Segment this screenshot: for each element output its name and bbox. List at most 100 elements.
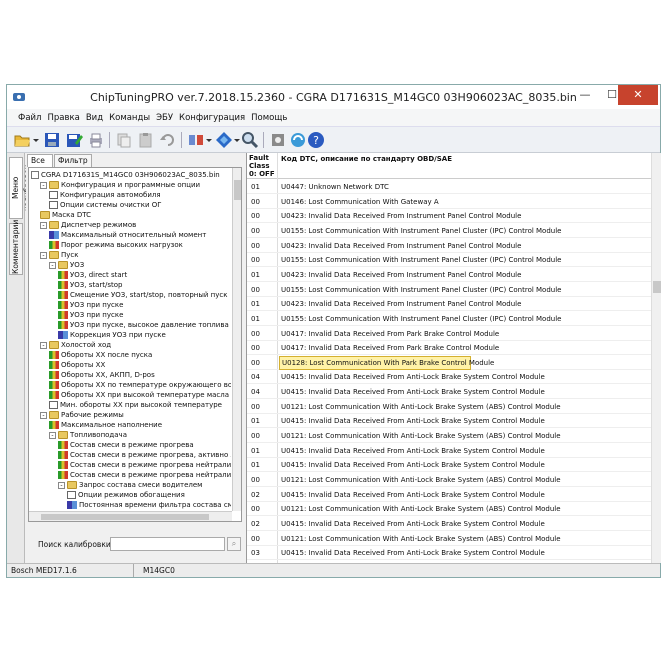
fault-class-cell[interactable]: 00 xyxy=(251,224,260,238)
table-row[interactable]: 00 U0121: Lost Communication With Anti-Lo… xyxy=(247,400,651,414)
tree-item[interactable]: CGRA D171631S_M14GC0 03H906023AC_8035.bi… xyxy=(31,170,231,180)
fault-class-cell[interactable]: 00 xyxy=(251,356,260,370)
fault-class-cell[interactable]: 02 xyxy=(251,488,260,502)
compare-icon[interactable] xyxy=(187,131,205,149)
table-row[interactable]: 01 U0423: Invalid Data Received From Inst… xyxy=(247,297,651,312)
tree-item[interactable]: Обороты ХХ xyxy=(49,360,231,370)
table-row[interactable]: 00 U0417: Invalid Data Received From Park… xyxy=(247,327,651,341)
fault-class-cell[interactable]: 03 xyxy=(251,546,260,560)
menu-ecu[interactable]: ЭБУ xyxy=(153,109,176,127)
fault-class-cell[interactable]: 01 xyxy=(251,180,260,194)
tree-item[interactable]: УОЗ, start/stop xyxy=(58,280,231,290)
table-row[interactable]: 00 U0417: Invalid Data Received From Park… xyxy=(247,341,651,356)
table-row[interactable]: 00 U0128: Lost Communication With Park Br… xyxy=(247,355,651,370)
open-folder-icon[interactable] xyxy=(13,131,31,149)
table-row[interactable]: 00 U0155: Lost Communication With Instrum… xyxy=(247,253,651,268)
table-row[interactable]: 01 U0415: Invalid Data Received From Anti… xyxy=(247,414,651,429)
tree-item[interactable]: Коррекция УОЗ при пуске xyxy=(58,330,231,340)
tab-all[interactable]: Все xyxy=(27,154,53,167)
tree-item[interactable]: Обороты ХХ, АКПП, D-pos xyxy=(49,370,231,380)
expand-toggle[interactable]: - xyxy=(40,341,47,349)
table-row[interactable]: 04 U0415: Invalid Data Received From Anti… xyxy=(247,385,651,400)
save-as-icon[interactable] xyxy=(65,131,83,149)
menu-edit[interactable]: Правка xyxy=(44,109,82,127)
dropdown-arrow-icon[interactable] xyxy=(32,131,40,149)
paste-icon[interactable] xyxy=(137,131,155,149)
table-row[interactable]: 02 U0415: Invalid Data Received From Anti… xyxy=(247,488,651,502)
table-row[interactable]: 00 U0121: Lost Communication With Anti-Lo… xyxy=(247,429,651,444)
copy-icon[interactable] xyxy=(115,131,133,149)
expand-toggle[interactable]: - xyxy=(58,481,65,489)
table-row[interactable]: 01 U0415: Invalid Data Received From Anti… xyxy=(247,444,651,458)
table-row[interactable]: 01 U0155: Lost Communication With Instrum… xyxy=(247,312,651,326)
table-row[interactable]: 02 U0415: Invalid Data Received From Anti… xyxy=(247,517,651,531)
tree-item[interactable]: - Конфигурация и программные опции xyxy=(40,180,231,190)
fault-class-cell[interactable]: 00 xyxy=(251,341,260,355)
fault-class-cell[interactable]: 00 xyxy=(251,209,260,223)
fault-class-cell[interactable]: 00 xyxy=(251,283,260,297)
zoom-icon[interactable] xyxy=(241,131,259,149)
scrollbar-thumb[interactable] xyxy=(234,180,241,200)
tree-item[interactable]: УОЗ при пуске xyxy=(58,300,231,310)
fault-class-cell[interactable]: 00 xyxy=(251,532,260,546)
fault-class-cell[interactable]: 02 xyxy=(251,517,260,531)
refresh-icon[interactable] xyxy=(289,131,307,149)
menu-help[interactable]: Помощь xyxy=(248,109,290,127)
tree-item[interactable]: - УОЗ xyxy=(49,260,231,270)
tab-filter[interactable]: Фильтр xyxy=(54,154,92,167)
tree-item[interactable]: - Топливоподача xyxy=(49,430,231,440)
fault-class-cell[interactable]: 01 xyxy=(251,458,260,472)
expand-toggle[interactable]: - xyxy=(49,431,56,439)
help-icon[interactable]: ? xyxy=(307,131,325,149)
tree-item[interactable]: - Диспетчер режимов xyxy=(40,220,231,230)
expand-toggle[interactable]: - xyxy=(40,251,47,259)
table-row[interactable]: 01 U0447: Unknown Network DTC xyxy=(247,180,651,194)
tree-item[interactable]: Максимальный относительный момент xyxy=(49,230,231,240)
expand-toggle[interactable]: - xyxy=(49,261,56,269)
fault-class-cell[interactable]: 01 xyxy=(251,312,260,326)
table-row[interactable]: 03 U0415: Invalid Data Received From Anti… xyxy=(247,546,651,561)
tree-item[interactable]: Максимальное наполнение xyxy=(49,420,231,430)
print-icon[interactable] xyxy=(87,131,105,149)
menu-configuration[interactable]: Конфигурация xyxy=(176,109,248,127)
tree-item[interactable]: Смещение УОЗ, start/stop, повторный пуск xyxy=(58,290,231,300)
table-row[interactable]: 00 U0423: Invalid Data Received From Inst… xyxy=(247,209,651,224)
menu-view[interactable]: Вид xyxy=(83,109,106,127)
scrollbar-thumb[interactable] xyxy=(41,514,209,520)
tree-item[interactable]: - Холостой ход xyxy=(40,340,231,350)
expand-toggle[interactable]: - xyxy=(40,181,47,189)
fault-class-cell[interactable]: 00 xyxy=(251,327,260,341)
fault-class-cell[interactable]: 00 xyxy=(251,239,260,253)
table-vertical-scrollbar[interactable] xyxy=(651,153,661,563)
menu-commands[interactable]: Команды xyxy=(106,109,153,127)
tree-item[interactable]: УОЗ при пуске xyxy=(58,310,231,320)
fault-class-cell[interactable]: 01 xyxy=(251,444,260,458)
search-input[interactable] xyxy=(110,537,225,551)
table-row[interactable]: 00 U0155: Lost Communication With Instrum… xyxy=(247,224,651,238)
fault-class-cell[interactable]: 01 xyxy=(251,414,260,428)
table-row[interactable]: 00 U0121: Lost Communication With Anti-Lo… xyxy=(247,532,651,546)
tree-item[interactable]: Конфигурация автомобиля xyxy=(49,190,231,200)
expand-toggle[interactable]: - xyxy=(40,411,47,419)
diamond-icon[interactable] xyxy=(215,131,233,149)
table-row[interactable]: 04 U0415: Invalid Data Received From Anti… xyxy=(247,370,651,385)
minimize-button[interactable]: — xyxy=(571,85,599,105)
fault-class-cell[interactable]: 00 xyxy=(251,429,260,443)
tree-item[interactable]: УОЗ при пуске, высокое давление топлива xyxy=(58,320,231,330)
tree-item[interactable]: Маска DTC xyxy=(40,210,231,220)
expand-toggle[interactable]: - xyxy=(40,221,47,229)
tree-item[interactable]: Состав смеси в режиме прогрева xyxy=(58,440,231,450)
tree-item[interactable]: Обороты ХХ при высокой температуре масла xyxy=(49,390,231,400)
table-row[interactable]: 00 U0423: Invalid Data Received From Inst… xyxy=(247,239,651,253)
search-icon[interactable]: ⌕ xyxy=(227,537,241,551)
dropdown-arrow-icon[interactable] xyxy=(205,131,213,149)
tree-item[interactable]: - Рабочие режимы xyxy=(40,410,231,420)
table-row[interactable]: 00 U0146: Lost Communication With Gateway… xyxy=(247,195,651,209)
table-row[interactable]: 01 U0415: Invalid Data Received From Anti… xyxy=(247,458,651,473)
fault-class-cell[interactable]: 01 xyxy=(251,297,260,311)
fault-class-cell[interactable]: 00 xyxy=(251,400,260,414)
close-button[interactable]: ✕ xyxy=(618,85,658,105)
dropdown-arrow-icon[interactable] xyxy=(233,131,241,149)
tree-item[interactable]: Порог режима высоких нагрузок xyxy=(49,240,231,250)
column-header-description[interactable]: Код DTC, описание по стандарту OBD/SAE xyxy=(281,155,452,163)
